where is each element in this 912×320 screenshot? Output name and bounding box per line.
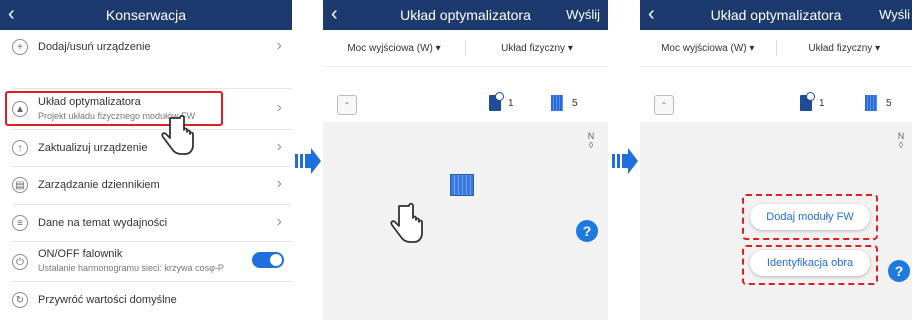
chevron-right-icon: ›	[276, 213, 282, 230]
maintenance-screen: ‹ Konserwacja + Dodaj/usuń urządzenie › …	[0, 0, 292, 320]
collapse-button[interactable]: ⌃	[654, 95, 674, 115]
header-bar: ‹ Układ optymalizatora Wyśli	[640, 0, 912, 30]
pv-module-icon	[551, 95, 563, 111]
output-power-dropdown[interactable]: Moc wyjściowa (W) ▾	[640, 30, 776, 66]
pv-module-icon	[865, 95, 877, 111]
step-arrow-icon	[295, 148, 321, 174]
menu-item-subtitle: Ustalanie harmonogramu sieci: krzywa cos…	[38, 263, 224, 273]
restore-icon: ↻	[12, 292, 28, 308]
menu-item-upgrade-device[interactable]: ↑ Zaktualizuj urządzenie ›	[0, 130, 292, 166]
tap-hand-icon	[161, 114, 194, 155]
collapse-button[interactable]: ⌃	[337, 95, 357, 115]
module-count: 5	[572, 98, 578, 109]
filter-bar: Moc wyjściowa (W) ▾ Układ fizyczny ▾	[640, 30, 912, 66]
inverter-count: 1	[508, 98, 514, 109]
menu-item-label: Zarządzanie dziennikiem	[38, 179, 160, 191]
step-arrow-icon	[612, 148, 638, 174]
physical-layout-dropdown[interactable]: Układ fizyczny ▾	[777, 30, 912, 66]
menu-item-label: Zaktualizuj urządzenie	[38, 142, 148, 154]
output-power-dropdown[interactable]: Moc wyjściowa (W) ▾	[323, 30, 465, 66]
page-title: Układ optymalizatora	[710, 7, 842, 23]
chevron-right-icon: ›	[276, 138, 282, 155]
chevron-right-icon: ›	[276, 99, 282, 116]
north-label: N	[897, 131, 905, 141]
layout-canvas[interactable]: N ◊ Dodaj moduły FW Identyfikacja obra ?	[640, 122, 912, 320]
help-button[interactable]: ?	[576, 220, 598, 242]
header-bar: ‹ Konserwacja	[0, 0, 292, 30]
identify-image-button[interactable]: Identyfikacja obra	[750, 250, 870, 276]
menu-item-performance-data[interactable]: ≡ Dane na temat wydajności ›	[0, 205, 292, 241]
inverter-icon	[800, 92, 815, 111]
inverter-count: 1	[819, 98, 825, 109]
back-arrow-icon[interactable]: ‹	[331, 4, 338, 24]
menu-item-inverter-on-off[interactable]: ⏻ ON/OFF falownik Ustalanie harmonogramu…	[0, 242, 292, 280]
header-bar: ‹ Układ optymalizatora Wyślij	[323, 0, 608, 30]
inverter-icon	[489, 92, 504, 111]
menu-item-label: Przywróć wartości domyślne	[38, 294, 177, 306]
divider	[12, 88, 292, 89]
layout-canvas[interactable]: N ◊ ?	[323, 122, 608, 320]
send-button[interactable]: Wyślij	[566, 7, 600, 22]
menu-item-label: Dane na temat wydajności	[38, 217, 168, 229]
inverter-toggle[interactable]	[252, 252, 284, 268]
plus-icon: +	[12, 39, 28, 55]
chevron-right-icon: ›	[276, 37, 282, 54]
north-label: N	[587, 131, 595, 141]
help-button[interactable]: ?	[888, 260, 910, 282]
compass-icon: N ◊	[587, 131, 595, 150]
optimizer-layout-menu-screen: ‹ Układ optymalizatora Wyśli Moc wyjścio…	[640, 0, 912, 320]
optimizer-layout-screen: ‹ Układ optymalizatora Wyślij Moc wyjści…	[323, 0, 608, 320]
log-icon: ▤	[12, 177, 28, 193]
page-title: Układ optymalizatora	[400, 7, 531, 23]
back-arrow-icon[interactable]: ‹	[8, 4, 15, 24]
physical-layout-dropdown[interactable]: Układ fizyczny ▾	[466, 30, 608, 66]
chevron-right-icon: ›	[276, 175, 282, 192]
pv-module-block[interactable]	[450, 174, 474, 196]
page-title: Konserwacja	[105, 7, 187, 23]
filter-bar: Moc wyjściowa (W) ▾ Układ fizyczny ▾	[323, 30, 608, 66]
menu-item-label: ON/OFF falownik	[38, 248, 123, 260]
layout-toolbar: ⌃ 1 5	[323, 66, 608, 122]
module-count: 5	[886, 98, 892, 109]
menu-item-log-management[interactable]: ▤ Zarządzanie dziennikiem ›	[0, 167, 292, 203]
back-arrow-icon[interactable]: ‹	[648, 4, 655, 24]
send-button[interactable]: Wyśli	[879, 7, 910, 22]
power-icon: ⏻	[12, 254, 28, 270]
upgrade-icon: ↑	[12, 140, 28, 156]
menu-item-restore-defaults[interactable]: ↻ Przywróć wartości domyślne	[0, 282, 292, 318]
tap-hand-icon	[390, 202, 423, 243]
layout-toolbar: ⌃ 1 5	[640, 66, 912, 122]
menu-item-label: Dodaj/usuń urządzenie	[38, 41, 151, 53]
add-fw-modules-button[interactable]: Dodaj moduły FW	[750, 204, 870, 230]
menu-item-add-remove-device[interactable]: + Dodaj/usuń urządzenie ›	[0, 30, 292, 64]
compass-icon: N ◊	[897, 131, 905, 150]
performance-icon: ≡	[12, 215, 28, 231]
